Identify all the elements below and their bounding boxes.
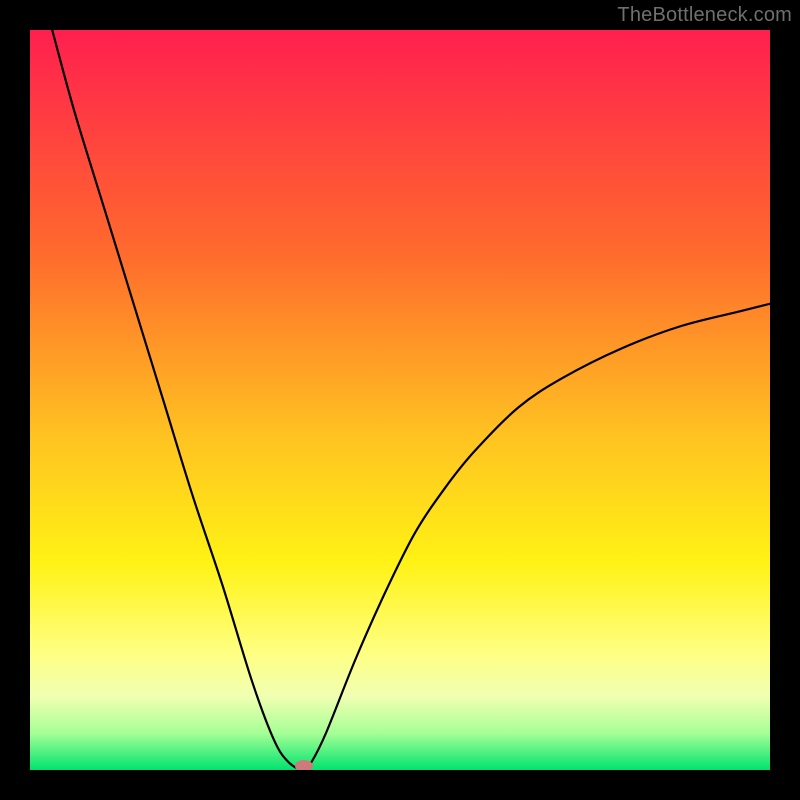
watermark-text: TheBottleneck.com <box>617 4 792 27</box>
bottleneck-curve <box>30 30 770 770</box>
chart-frame: TheBottleneck.com <box>0 0 800 800</box>
optimal-point-marker <box>295 760 313 770</box>
plot-area <box>30 30 770 770</box>
